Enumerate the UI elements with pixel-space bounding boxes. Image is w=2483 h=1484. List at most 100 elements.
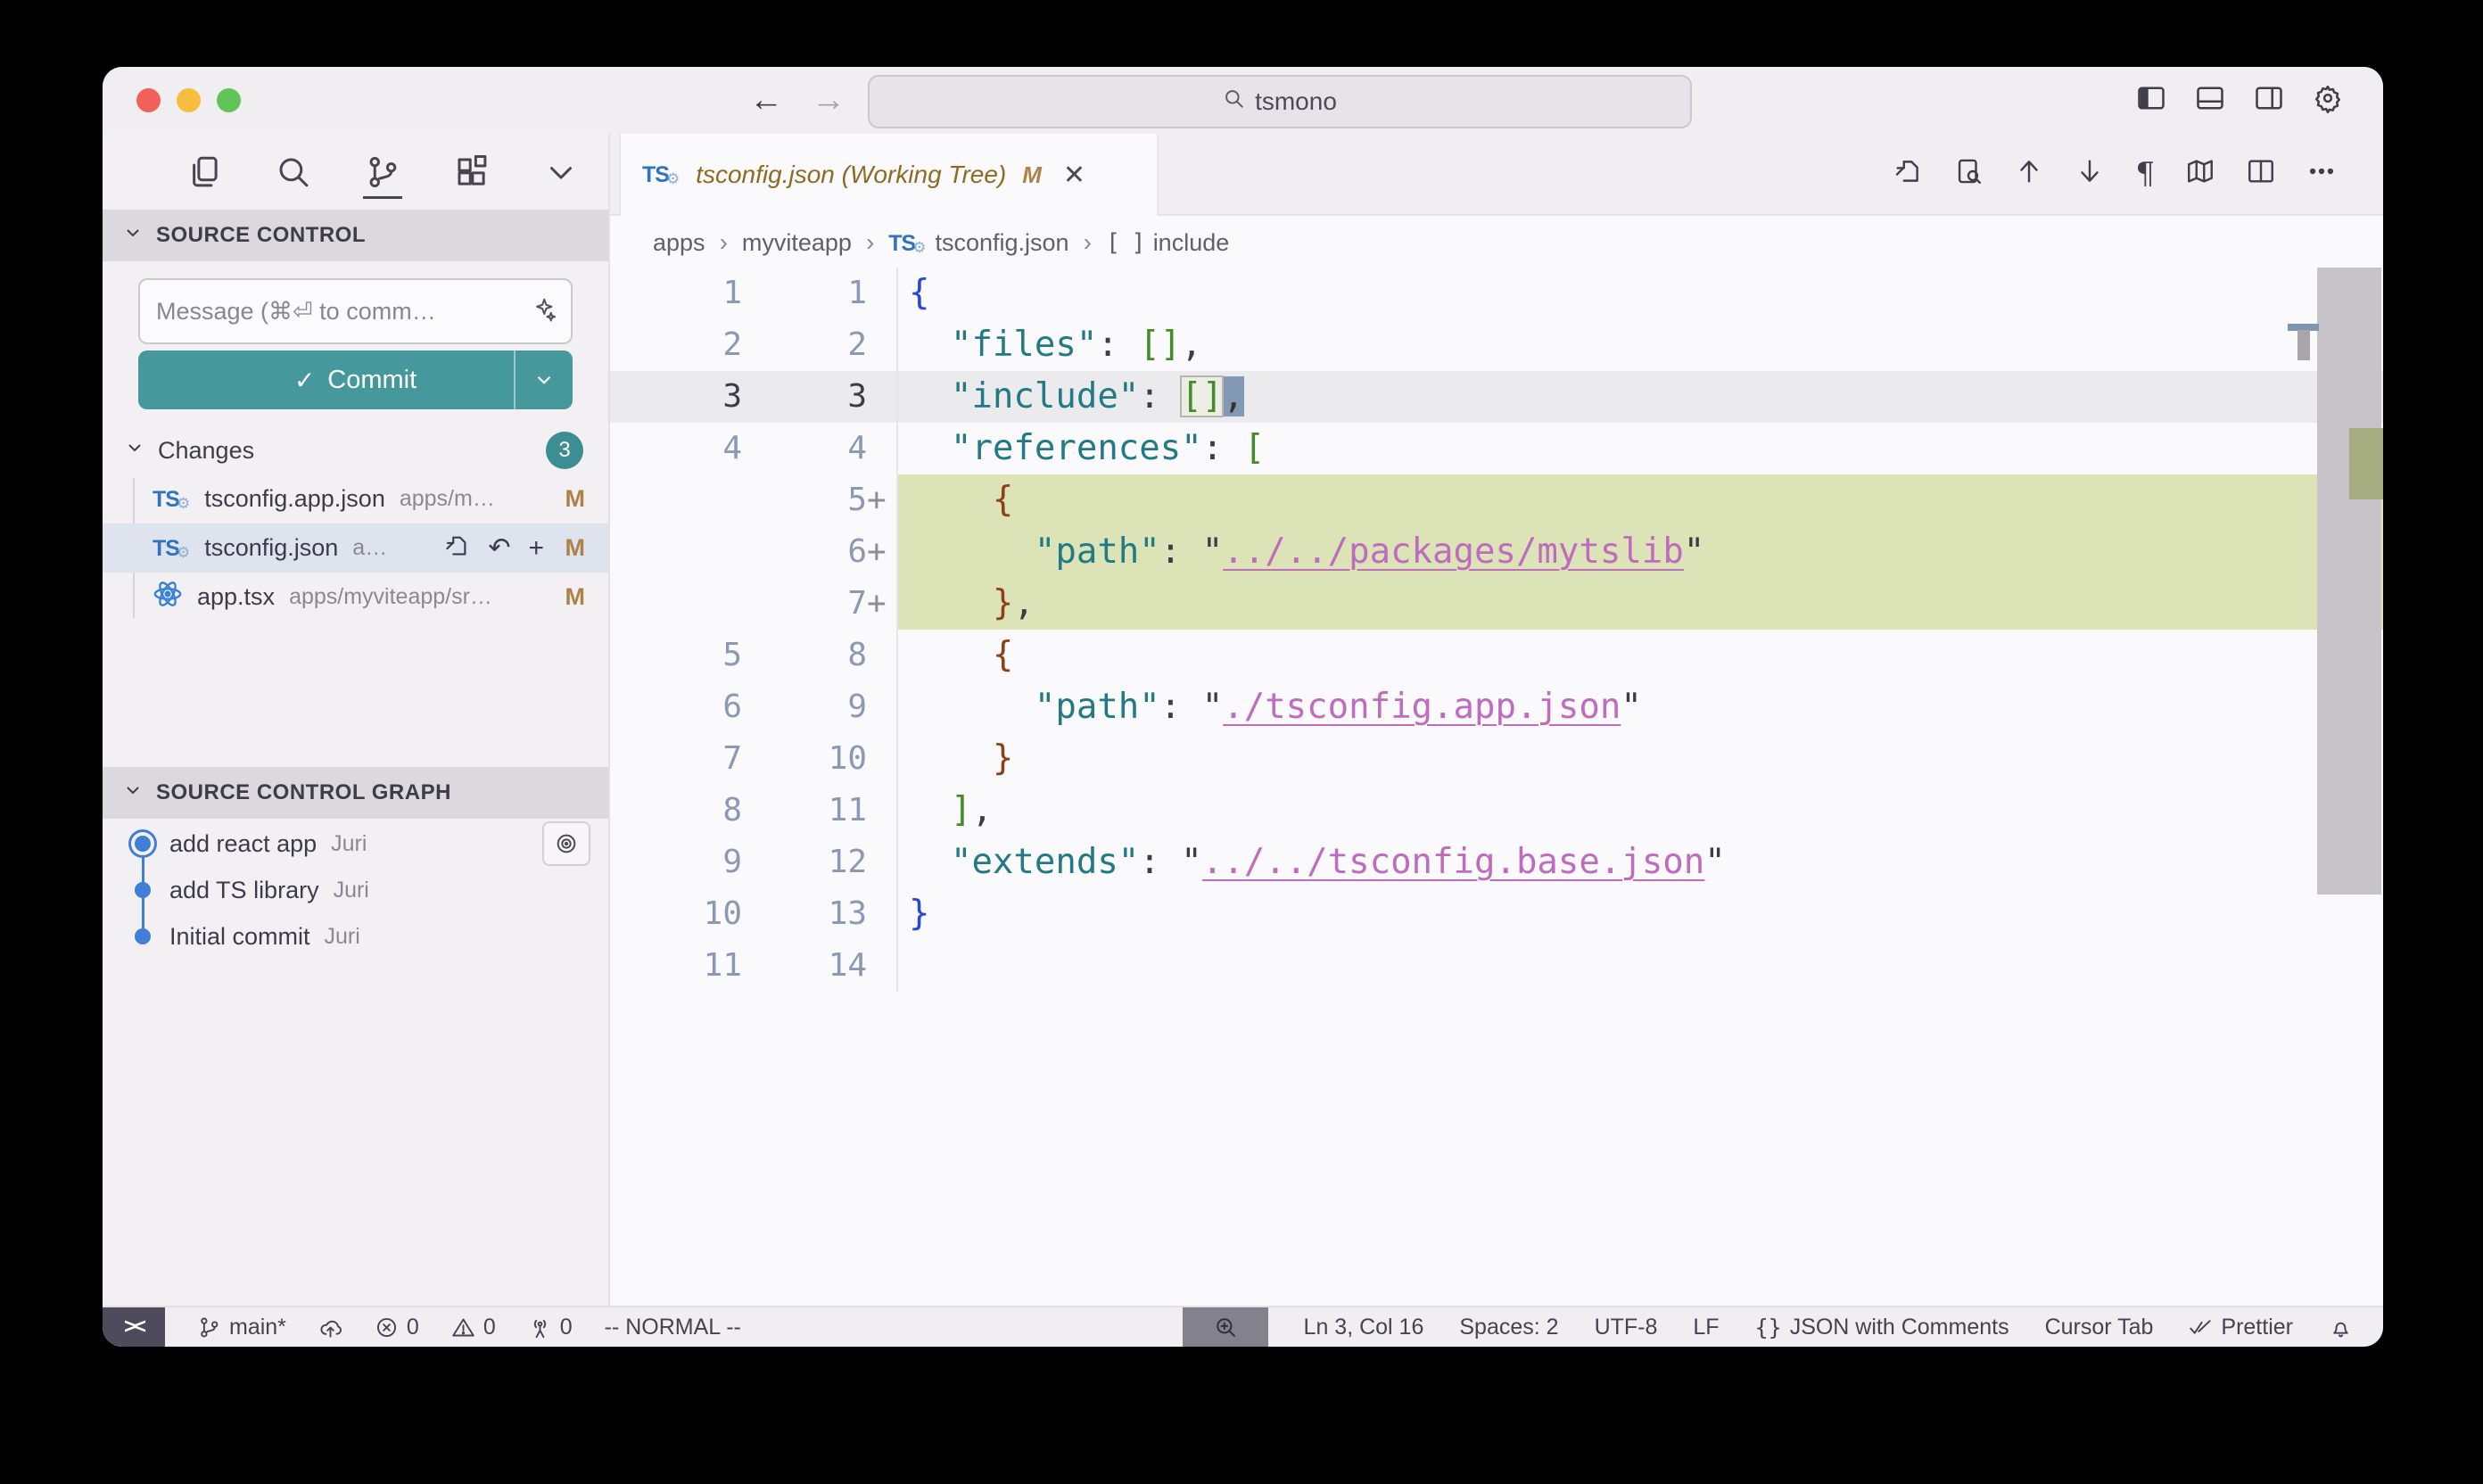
code-line[interactable]: 5 8 { xyxy=(610,630,2383,681)
breadcrumb-item-myviteapp[interactable]: myviteapp xyxy=(742,229,852,257)
command-center-search[interactable]: tsmono xyxy=(868,75,1692,128)
editor-search-icon[interactable] xyxy=(1953,156,1984,192)
modified-line-number: 9 xyxy=(742,681,867,733)
commit-row[interactable]: Initial commit Juri xyxy=(103,913,608,960)
stage-icon[interactable]: + xyxy=(528,535,544,562)
cursor-position[interactable]: Ln 3, Col 16 xyxy=(1304,1307,1424,1347)
sparkle-icon[interactable] xyxy=(530,296,557,327)
commit-dot-icon xyxy=(135,928,151,944)
status-bar: >< main* 0 0 0 xyxy=(103,1306,2383,1347)
breadcrumb: apps › myviteapp › TS⚙tsconfig.json › [ … xyxy=(610,216,2383,269)
prev-change-icon[interactable] xyxy=(2014,156,2044,192)
code-line[interactable]: 3 3 "include": [], xyxy=(610,371,2383,423)
remote-indicator[interactable]: >< xyxy=(103,1307,165,1347)
source-control-section-header[interactable]: SOURCE CONTROL xyxy=(103,210,608,261)
breadcrumb-item-apps[interactable]: apps xyxy=(653,229,705,257)
port-count[interactable]: 0 xyxy=(528,1307,573,1347)
code-line[interactable]: 7 10 } xyxy=(610,733,2383,785)
activity-extensions[interactable] xyxy=(450,145,493,199)
tab-tsconfig-working-tree[interactable]: TS⚙ tsconfig.json (Working Tree) M ✕ xyxy=(619,134,1159,216)
code-line[interactable]: 8 11 ], xyxy=(610,785,2383,837)
cursor-tab[interactable]: Cursor Tab xyxy=(2045,1307,2154,1347)
error-count[interactable]: 0 xyxy=(375,1307,419,1347)
vim-mode[interactable]: -- NORMAL -- xyxy=(605,1307,741,1347)
scrollbar-thumb[interactable] xyxy=(2317,268,2381,895)
diff-editor-content[interactable]: 1 1 { 2 2 "files": [], 3 3 "include": []… xyxy=(610,268,2383,1306)
changes-section-header[interactable]: Changes 3 xyxy=(103,428,608,473)
warning-icon xyxy=(451,1315,475,1340)
zoom-indicator[interactable] xyxy=(1183,1307,1268,1347)
discard-icon[interactable]: ↶ xyxy=(488,535,510,562)
minimize-window-button[interactable] xyxy=(177,88,201,112)
encoding[interactable]: UTF-8 xyxy=(1595,1307,1658,1347)
next-change-icon[interactable] xyxy=(2075,156,2105,192)
original-line-number: 1 xyxy=(610,268,742,319)
change-row-tsconfig.app.json[interactable]: TS⚙ tsconfig.app.json apps/m… M xyxy=(103,474,608,524)
breadcrumb-item-include[interactable]: [ ]include xyxy=(1106,229,1229,257)
warning-count[interactable]: 0 xyxy=(451,1307,496,1347)
branch-icon xyxy=(197,1315,221,1340)
code-line[interactable]: 5+ { xyxy=(610,474,2383,526)
code-line[interactable]: 1 1 { xyxy=(610,268,2383,319)
code-line[interactable]: 6+ "path": "../../packages/mytslib" xyxy=(610,526,2383,578)
back-arrow-icon[interactable]: ← xyxy=(749,81,783,120)
code-line[interactable]: 2 2 "files": [], xyxy=(610,319,2383,371)
search-icon xyxy=(1223,87,1246,117)
open-file-icon[interactable] xyxy=(1893,156,1923,192)
more-actions-icon[interactable] xyxy=(2306,156,2337,192)
titlebar: ← → tsmono xyxy=(103,67,2383,134)
chevron-down-icon xyxy=(122,222,144,250)
commit-row[interactable]: add TS library Juri xyxy=(103,867,608,913)
notifications[interactable] xyxy=(2329,1307,2353,1347)
eol[interactable]: LF xyxy=(1693,1307,1719,1347)
ts-file-icon: TS⚙ xyxy=(153,485,190,513)
close-window-button[interactable] xyxy=(136,88,161,112)
file-name: tsconfig.app.json xyxy=(204,485,385,513)
goto-commit-button[interactable] xyxy=(542,821,590,866)
breadcrumb-item-tsconfig.json[interactable]: TS⚙tsconfig.json xyxy=(888,229,1068,257)
layout-panel-icon[interactable] xyxy=(2194,82,2226,119)
close-tab-icon[interactable]: ✕ xyxy=(1063,160,1085,191)
activity-search[interactable] xyxy=(272,145,315,199)
code-line[interactable]: 11 14 xyxy=(610,940,2383,992)
commit-message-box xyxy=(138,278,573,344)
source-control-graph-header[interactable]: SOURCE CONTROL GRAPH xyxy=(103,767,608,819)
code-line[interactable]: 6 9 "path": "./tsconfig.app.json" xyxy=(610,681,2383,733)
activity-source-control[interactable] xyxy=(361,145,404,199)
layout-sidebar-right-icon[interactable] xyxy=(2253,82,2285,119)
map-icon[interactable] xyxy=(2185,156,2215,192)
commit-dropdown-button[interactable] xyxy=(514,350,573,409)
code-line[interactable]: 4 4 "references": [ xyxy=(610,423,2383,474)
commit-button-label: Commit xyxy=(327,366,417,395)
change-row-tsconfig.json[interactable]: TS⚙ tsconfig.json a… ↶+ M xyxy=(103,524,608,573)
bell-icon xyxy=(2329,1315,2353,1340)
publish-changes[interactable] xyxy=(318,1307,342,1347)
braces-icon: {} xyxy=(1755,1315,1782,1340)
commit-row[interactable]: add react app Juri xyxy=(103,820,608,867)
language-mode[interactable]: {} JSON with Comments xyxy=(1755,1307,2009,1347)
branch-indicator[interactable]: main* xyxy=(197,1307,286,1347)
code-line[interactable]: 10 13 } xyxy=(610,888,2383,940)
activity-explorer[interactable] xyxy=(183,145,226,199)
layout-sidebar-left-icon[interactable] xyxy=(2135,82,2167,119)
open-file-icon[interactable] xyxy=(443,532,470,565)
change-row-app.tsx[interactable]: app.tsx apps/myviteapp/sr… M xyxy=(103,573,608,622)
maximize-window-button[interactable] xyxy=(217,88,241,112)
commit-graph-list: add react app Juri add TS library Juri I… xyxy=(103,820,608,960)
original-line-number xyxy=(610,578,742,630)
commit-message-input[interactable] xyxy=(154,297,530,326)
code-line[interactable]: 7+ }, xyxy=(610,578,2383,630)
code-line[interactable]: 9 12 "extends": "../../tsconfig.base.jso… xyxy=(610,837,2383,888)
commit-button[interactable]: ✓ Commit xyxy=(138,350,573,409)
react-icon xyxy=(153,579,183,615)
indentation[interactable]: Spaces: 2 xyxy=(1459,1307,1558,1347)
split-editor-icon[interactable] xyxy=(2246,156,2276,192)
forward-arrow-icon[interactable]: → xyxy=(812,81,846,120)
activity-chevron-down[interactable] xyxy=(540,145,582,199)
breadcrumb-separator: › xyxy=(720,228,728,257)
modified-badge: M xyxy=(1022,161,1042,189)
modified-line-number: 12 xyxy=(742,837,867,888)
whitespace-icon[interactable]: ¶ xyxy=(2135,159,2155,189)
settings-gear-icon[interactable] xyxy=(2312,82,2344,119)
formatter[interactable]: Prettier xyxy=(2189,1307,2293,1347)
